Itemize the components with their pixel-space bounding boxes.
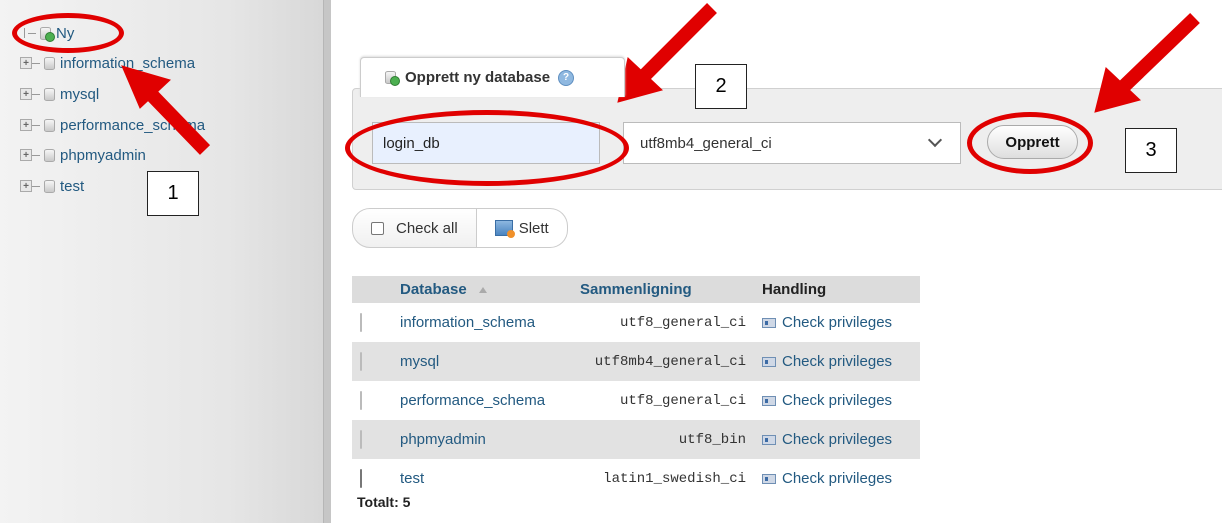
help-icon[interactable]: ? [558,69,575,86]
annotation-step-3: 3 [1125,128,1177,173]
tab-create-database[interactable]: Opprett ny database ? [360,57,625,97]
annotation-arrow-3 [1113,12,1200,98]
new-database-icon [385,71,400,86]
annotation-arrow-1 [139,83,211,155]
tab-create-database-label: Opprett ny database [405,69,551,86]
annotation-step-2: 2 [695,64,747,109]
annotation-step-1: 1 [147,171,199,216]
